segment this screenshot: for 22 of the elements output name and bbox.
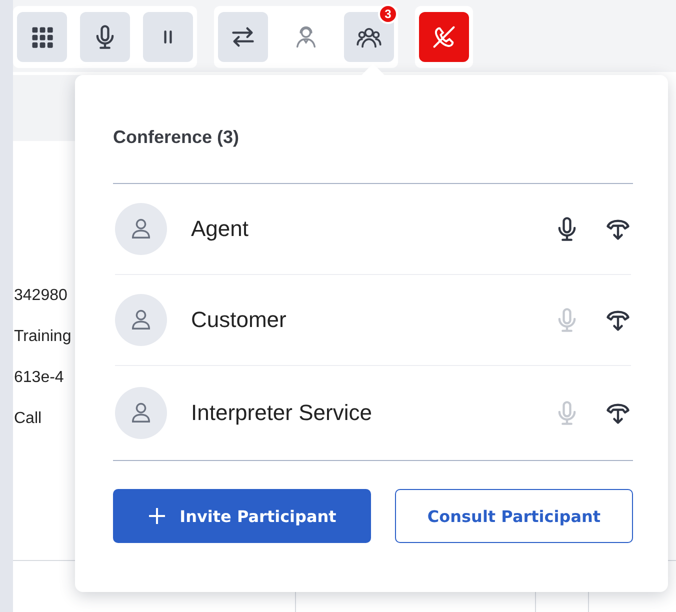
panel-title: Conference (3) — [113, 126, 240, 149]
invite-button[interactable]: Invite Participant — [113, 489, 371, 543]
mute-button[interactable] — [80, 12, 130, 62]
keypad-button[interactable] — [17, 12, 67, 62]
participant-name: Interpreter Service — [191, 400, 373, 426]
table-text: 342980 — [14, 286, 68, 306]
hangup-button[interactable] — [419, 12, 469, 62]
table-text: 613e-4 — [14, 368, 65, 388]
count-badge: 3 — [378, 4, 398, 24]
transfer-button[interactable] — [218, 12, 268, 62]
participant-name: Customer — [191, 307, 288, 333]
phone-slash-icon — [431, 24, 457, 50]
avatar-icon — [115, 387, 167, 439]
plus-icon — [148, 507, 166, 525]
arrows-icon — [230, 24, 256, 50]
avatar-icon — [115, 294, 167, 346]
table-text: Call — [14, 409, 43, 429]
hold-button[interactable] — [143, 12, 193, 62]
participant-name: Agent — [191, 216, 250, 242]
table-text: Training — [14, 327, 72, 347]
avatar-icon — [115, 203, 167, 255]
consult-button[interactable]: Consult Participant — [394, 489, 633, 543]
